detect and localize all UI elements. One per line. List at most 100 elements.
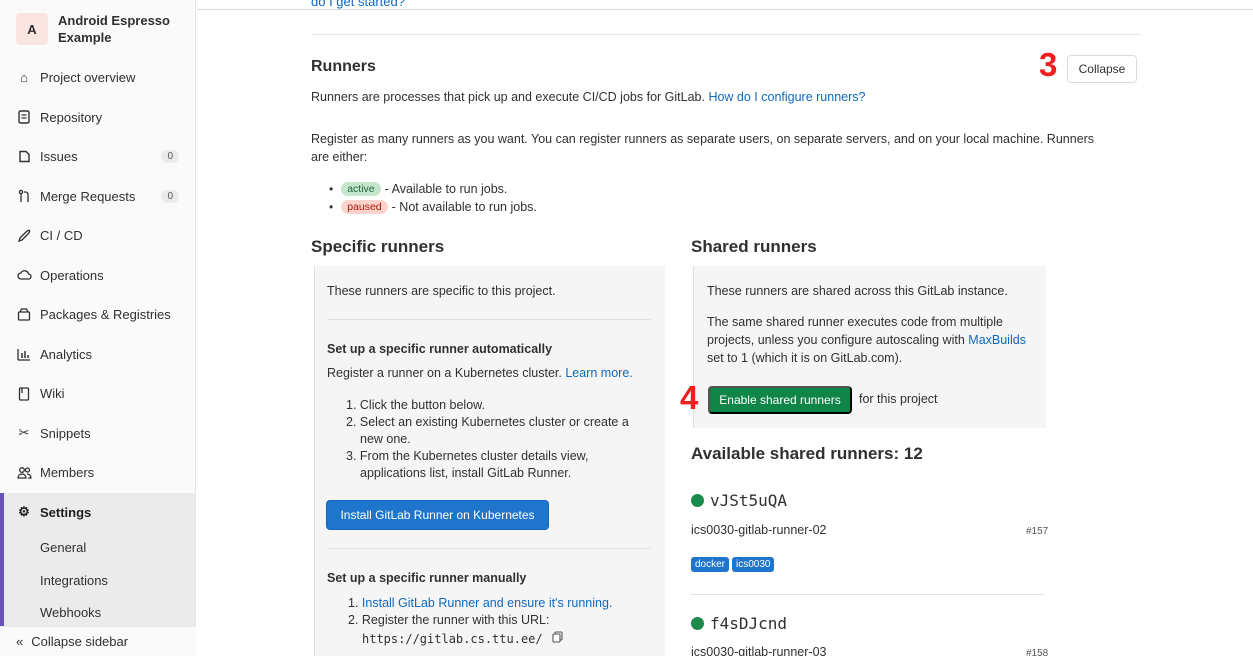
paused-description: - Not available to run jobs. [391,200,537,214]
section-divider [311,34,1141,35]
settings-section: ⚙ Settings General Integrations Webhooks [0,492,195,630]
issues-icon [16,149,32,165]
sidebar-item-label: Analytics [40,346,93,362]
sidebar-item-label: CI / CD [40,228,83,244]
runner-name: ics0030-gitlab-runner-03 [691,645,827,656]
list-item: 1. Install GitLab Runner and ensure it's… [348,595,612,612]
list-item: paused - Not available to run jobs. [329,198,537,216]
manual-setup-title: Set up a specific runner manually [327,571,527,585]
annotation-number-4: 4 [680,379,699,416]
chart-icon [16,346,32,362]
list-item: 3. From the Kubernetes cluster details v… [346,449,589,463]
auto-setup-steps: 1. Click the button below. 2. Select an … [346,397,629,482]
sidebar-item-operations[interactable]: Operations [0,256,195,296]
manual-setup-steps: 1. Install GitLab Runner and ensure it's… [348,595,612,648]
sidebar-item-merge-requests[interactable]: Merge Requests 0 [0,177,195,217]
list-item: 2. Select an existing Kubernetes cluster… [346,415,629,429]
sidebar-item-label: Merge Requests [40,188,136,204]
learn-more-link[interactable]: Learn more. [565,366,632,380]
install-runner-button[interactable]: Install GitLab Runner on Kubernetes [326,500,549,530]
runners-intro: Runners are processes that pick up and e… [311,90,865,104]
gear-icon: ⚙ [18,504,30,520]
divider [327,548,651,549]
specific-runners-title: Specific runners [311,237,445,256]
sidebar-item-wiki[interactable]: Wiki [0,374,195,414]
sidebar-item-ci-cd[interactable]: CI / CD [0,216,195,256]
sidebar-item-members[interactable]: Members [0,453,195,493]
runner-tags: docker ics0030 [691,555,777,572]
divider [327,319,651,320]
sidebar-item-label: Repository [40,109,103,125]
sidebar-subitem-integrations[interactable]: Integrations [4,565,195,598]
package-icon [16,307,32,323]
sidebar-item-label: Wiki [40,386,65,402]
shared-desc-text-end: set to 1 (which it is on GitLab.com). [707,351,903,365]
sidebar-subitem-general[interactable]: General [4,532,195,565]
runner-token: vJSt5uQA [691,491,787,511]
rocket-icon [16,228,32,244]
sidebar-item-repository[interactable]: Repository [0,98,195,138]
collapse-sidebar-label: Collapse sidebar [31,634,129,649]
tag-ics0030: ics0030 [732,557,775,572]
enable-suffix-text: for this project [859,392,938,406]
sidebar-item-label: Snippets [40,425,91,441]
runners-title: Runners [311,58,376,75]
sidebar-item-label: Operations [40,267,104,283]
runner-token-text: vJSt5uQA [710,491,788,510]
sidebar-item-project-overview[interactable]: ⌂ Project overview [0,58,195,98]
tag-docker: docker [691,557,730,572]
get-started-link[interactable]: do I get started? [311,0,405,9]
annotation-number-3: 3 [1039,46,1058,83]
users-icon [16,465,32,481]
shared-runners-desc: These runners are shared across this Git… [707,284,1008,298]
enable-shared-runners-button[interactable]: Enable shared runners [708,386,852,414]
top-divider [197,9,1253,10]
online-status-icon [691,494,704,507]
project-avatar: A [16,13,48,45]
project-header[interactable]: A Android Espresso Example [0,0,195,58]
sidebar-item-label: Members [40,465,95,481]
step-number: 1. [348,596,359,610]
collapse-button[interactable]: Collapse [1067,55,1137,83]
divider [691,594,1044,595]
maxbuilds-link[interactable]: MaxBuilds [968,333,1026,347]
runner-id: #157 [1026,526,1049,537]
register-text: Register as many runners as you want. Yo… [311,132,1095,164]
shared-runners-title: Shared runners [691,237,817,256]
sidebar-item-settings[interactable]: ⚙ Settings [4,493,195,533]
list-item: applications list, install GitLab Runner… [360,466,572,480]
list-item: active - Available to run jobs. [329,180,537,198]
issues-count-badge: 0 [161,150,179,164]
book-icon [16,386,32,402]
sidebar-item-label: Project overview [40,70,136,86]
sidebar-item-issues[interactable]: Issues 0 [0,137,195,177]
runner-token: f4sDJcnd [691,614,787,634]
list-item: https://gitlab.cs.ttu.ee/ [348,631,612,648]
auto-setup-text: Register a runner on a Kubernetes cluste… [327,364,633,382]
collapse-sidebar-button[interactable]: « Collapse sidebar [0,626,196,656]
sidebar-item-packages-registries[interactable]: Packages & Registries [0,295,195,335]
sidebar-item-label: Issues [40,149,78,165]
home-icon: ⌂ [20,70,28,86]
merge-requests-count-badge: 0 [161,189,179,203]
online-status-icon [691,617,704,630]
sidebar-item-snippets[interactable]: ✂ Snippets [0,414,195,454]
available-runners-title: Available shared runners: 12 [691,444,923,463]
cloud-icon [16,267,32,283]
runners-intro-text: Runners are processes that pick up and e… [311,90,705,104]
runner-token-text: f4sDJcnd [710,614,788,633]
auto-setup-description: Register a runner on a Kubernetes cluste… [327,366,562,380]
list-item: 2. Register the runner with this URL: [348,613,550,627]
sidebar-item-analytics[interactable]: Analytics [0,335,195,375]
install-runner-link[interactable]: Install GitLab Runner and ensure it's ru… [362,596,612,610]
shared-desc-text: The same shared runner executes code fro… [707,315,1003,347]
scissors-icon: ✂ [18,425,30,441]
configure-runners-link[interactable]: How do I configure runners? [708,90,865,104]
registration-url: https://gitlab.cs.ttu.ee/ [362,632,543,646]
auto-setup-title: Set up a specific runner automatically [327,342,553,356]
runner-status-list: active - Available to run jobs. paused -… [329,180,537,216]
runner-name: ics0030-gitlab-runner-02 [691,523,827,537]
sidebar-subitem-webhooks[interactable]: Webhooks [4,597,195,630]
list-item: 1. Click the button below. [346,398,485,412]
copy-icon[interactable] [552,631,563,646]
